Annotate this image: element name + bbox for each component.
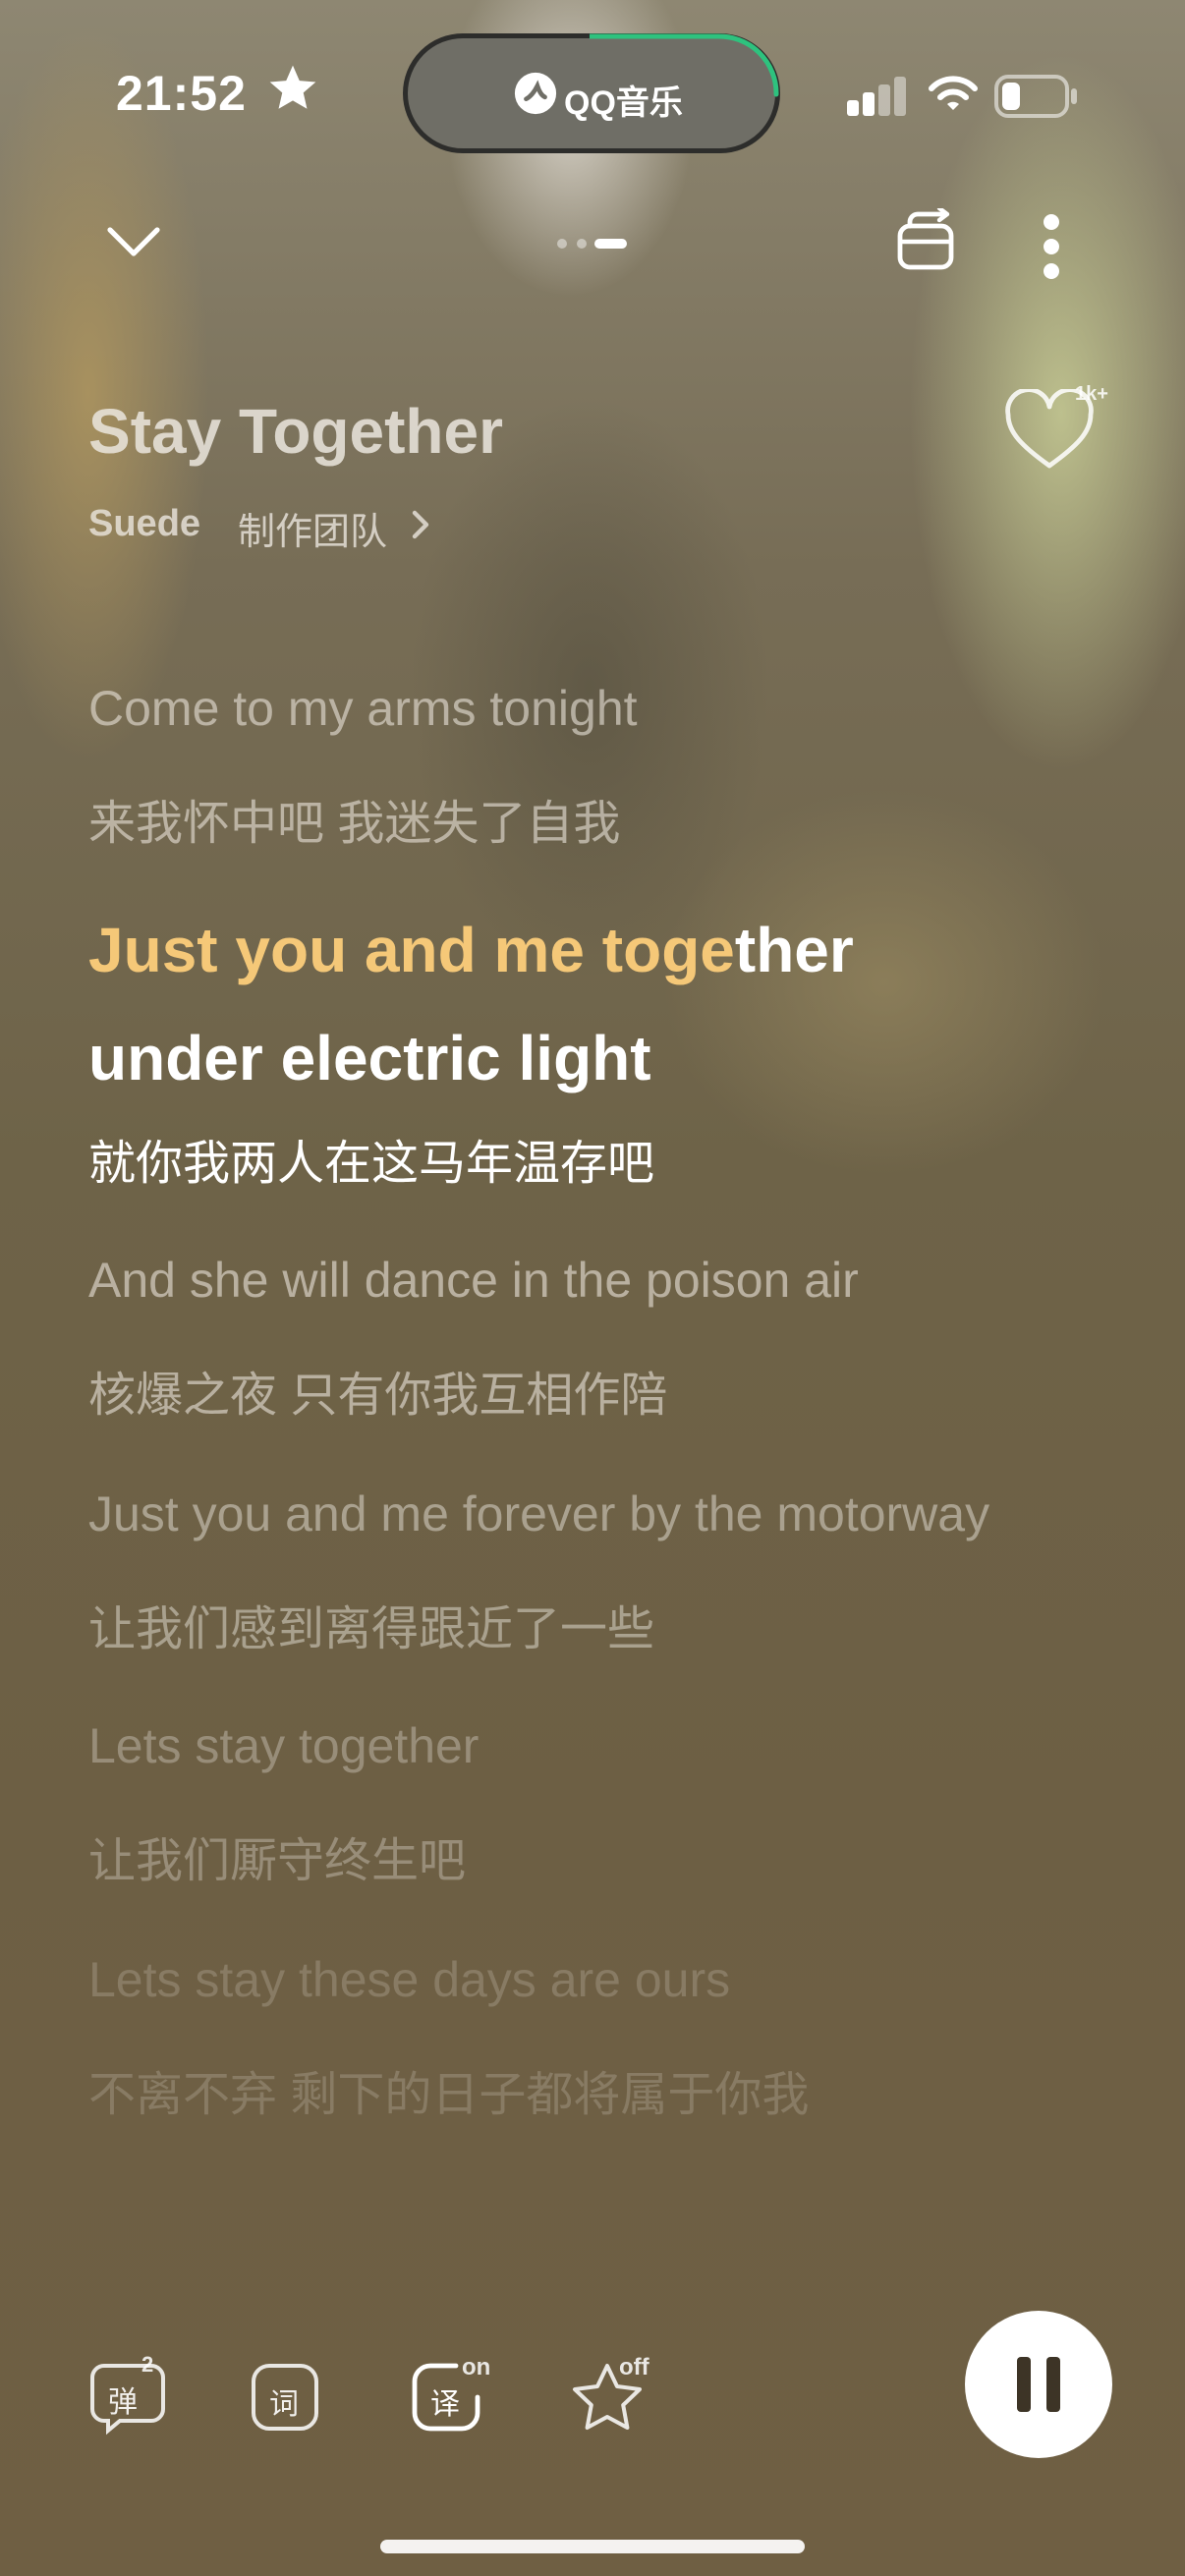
lyric-line-en[interactable]: Come to my arms tonight [88,680,638,737]
pause-icon-bar-right [1046,2357,1060,2412]
lyrics-label: 词 [269,2388,299,2421]
lyric-line-en[interactable]: Lets stay together [88,1717,479,1774]
lyric-unsung-part: ther [734,915,854,985]
like-count: 1k+ [1075,383,1108,405]
wifi-icon [929,76,978,110]
lyric-line-en[interactable]: And she will dance in the poison air [88,1252,859,1309]
lyric-line-zh[interactable]: 让我们感到离得跟近了一些 [88,1590,654,1658]
more-options-icon[interactable] [1040,212,1063,281]
pause-button[interactable] [965,2311,1112,2458]
star-icon [269,65,316,109]
translate-state: on [462,2354,491,2380]
cellular-signal-icon [847,77,906,116]
song-title: Stay Together [88,396,503,467]
lyric-line-zh[interactable]: 核爆之夜 只有你我互相作陪 [88,1356,667,1425]
chevron-right-icon [412,510,429,539]
page-indicator[interactable] [555,237,634,251]
production-team-link[interactable]: 制作团队 [238,501,387,555]
lyric-line-zh[interactable]: 让我们厮守终生吧 [88,1821,466,1890]
lyrics-button[interactable]: 词 [248,2360,326,2438]
island-app-label: QQ音乐 [564,84,683,122]
current-lyric-line-2[interactable]: under electric light [88,1022,651,1094]
translate-label: 译 [430,2388,460,2421]
home-indicator[interactable] [380,2540,805,2553]
lyric-line-en[interactable]: Just you and me forever by the motorway [88,1485,989,1542]
lyric-sung-part: Just you and me toge [88,915,735,985]
playback-mode-loop-icon[interactable] [896,208,961,273]
danmu-count: 2 [141,2352,154,2377]
lyric-line-zh[interactable]: 来我怀中吧 我迷失了自我 [88,784,620,853]
danmu-label: 弹 [108,2386,138,2419]
battery-icon [994,75,1077,118]
artist-name[interactable]: Suede [88,503,200,545]
status-time: 21:52 [116,66,247,121]
danmu-button[interactable]: 弹 [88,2358,167,2436]
collapse-chevron-down-icon[interactable] [106,222,161,261]
qq-music-logo-icon [514,72,557,115]
current-lyric-line[interactable]: Just you and me together [88,914,854,986]
current-lyric-translation[interactable]: 就你我两人在这马年温存吧 [88,1124,654,1193]
pause-icon-bar-left [1017,2357,1031,2412]
lyric-line-zh[interactable]: 不离不弃 剩下的日子都将属于你我 [88,2055,809,2124]
favorite-state: off [619,2354,649,2380]
lyric-line-en[interactable]: Lets stay these days are ours [88,1951,730,2008]
